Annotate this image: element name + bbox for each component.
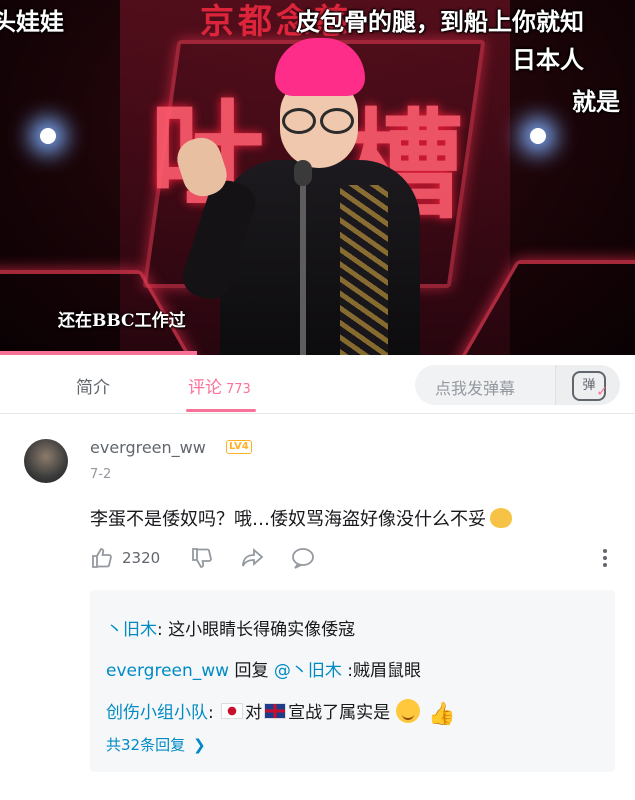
reply-item[interactable]: evergreen_ww 回复 @丶旧木 :贼眉鼠眼 xyxy=(106,656,421,681)
tab-comments[interactable]: 评论 773 xyxy=(188,373,251,398)
reply-item[interactable]: 丶旧木: 这小眼睛长得确实像倭寇 xyxy=(106,615,355,640)
performer xyxy=(172,30,450,355)
chevron-right-icon: ❯ xyxy=(193,736,206,754)
comment-bubble-icon xyxy=(292,548,314,569)
smile-emoji-icon xyxy=(396,699,421,723)
tab-intro[interactable]: 简介 xyxy=(76,373,110,398)
reply-username[interactable]: 创伤小组小队 xyxy=(106,703,208,723)
reply-item[interactable]: 创伤小组小队: 对 宣战了属实是 👍 xyxy=(106,698,456,727)
mic-stand xyxy=(300,170,306,355)
like-button[interactable] xyxy=(90,546,114,570)
danmaku-2: 皮包骨的腿，到船上你就知 xyxy=(296,8,584,36)
danmaku-input-placeholder: 点我发弹幕 xyxy=(435,379,516,398)
reply-username[interactable]: 丶旧木 xyxy=(106,620,157,640)
tab-comments-count: 773 xyxy=(226,382,251,397)
danmaku-toggle-button[interactable]: 弹 ✓ xyxy=(555,365,620,405)
reply-prefix: 回复 xyxy=(229,661,274,681)
reply-text: : 这小眼睛长得确实像倭寇 xyxy=(157,620,356,640)
comment-date: 7-2 xyxy=(90,467,112,482)
reply-preview-box[interactable]: 丶旧木: 这小眼睛长得确实像倭寇 evergreen_ww 回复 @丶旧木 :贼… xyxy=(90,590,615,772)
view-all-replies-label: 共32条回复 xyxy=(106,736,186,754)
danmaku-1: 头娃娃 xyxy=(0,8,64,36)
danmaku-3: 日本人 xyxy=(512,46,584,74)
reply-middle: 对 xyxy=(245,703,263,723)
thumbs-up-icon xyxy=(92,548,112,568)
performer-hair xyxy=(275,38,365,96)
video-subtitle: 还在BBC工作过 xyxy=(58,311,186,331)
performer-embroidery xyxy=(340,185,388,355)
more-vertical-icon xyxy=(603,549,607,567)
comment-actions: 2320 xyxy=(90,546,615,572)
reply-text: 宣战了属实是 xyxy=(288,703,391,723)
danmaku-input[interactable]: 点我发弹幕 弹 ✓ xyxy=(415,365,620,405)
thumbs-up-emoji-icon: 👍 xyxy=(428,702,456,727)
share-icon xyxy=(242,548,264,567)
danmaku-icon: 弹 ✓ xyxy=(572,371,608,401)
active-tab-indicator xyxy=(186,409,256,412)
reply-username[interactable]: evergreen_ww xyxy=(106,661,229,681)
uk-flag-icon xyxy=(264,703,287,719)
reply-prefix: : xyxy=(208,703,220,723)
video-progress-bar[interactable] xyxy=(0,351,197,355)
video-player[interactable]: 京都念慈 吐 槽 头娃娃 皮包骨的腿，到船上你就知 日本人 就是 还在BBC工作… xyxy=(0,0,635,355)
stage-light-left xyxy=(40,128,56,144)
comment-text-body: 李蛋不是倭奴吗？哦…倭奴骂海盗好像没什么不妥 xyxy=(90,509,486,530)
microphone xyxy=(294,160,312,186)
thumbs-down-icon xyxy=(192,548,212,568)
reply-mention[interactable]: @丶旧木 xyxy=(274,661,342,681)
level-badge: LV4 xyxy=(226,440,252,454)
performer-glasses xyxy=(282,108,356,134)
check-icon: ✓ xyxy=(596,384,608,400)
comment-text: 李蛋不是倭奴吗？哦…倭奴骂海盗好像没什么不妥 xyxy=(90,505,512,531)
avatar[interactable] xyxy=(24,439,68,483)
comment-username[interactable]: evergreen_ww xyxy=(90,438,206,457)
cat-emoji-icon xyxy=(490,508,512,528)
reply-button[interactable] xyxy=(290,546,316,570)
like-count: 2320 xyxy=(122,549,161,567)
tab-intro-label: 简介 xyxy=(76,378,110,398)
japan-flag-icon xyxy=(221,703,244,719)
more-options-button[interactable] xyxy=(595,546,615,570)
tab-bar: 简介 评论 773 点我发弹幕 弹 ✓ xyxy=(0,357,635,414)
share-button[interactable] xyxy=(240,546,266,570)
dislike-button[interactable] xyxy=(190,546,214,570)
reply-text: :贼眉鼠眼 xyxy=(341,661,422,681)
danmaku-4: 就是 xyxy=(572,88,620,116)
view-all-replies-link[interactable]: 共32条回复 ❯ xyxy=(106,734,206,755)
stage-light-right xyxy=(530,128,546,144)
danmaku-icon-label: 弹 xyxy=(582,378,596,393)
tab-comments-label: 评论 xyxy=(188,378,222,398)
